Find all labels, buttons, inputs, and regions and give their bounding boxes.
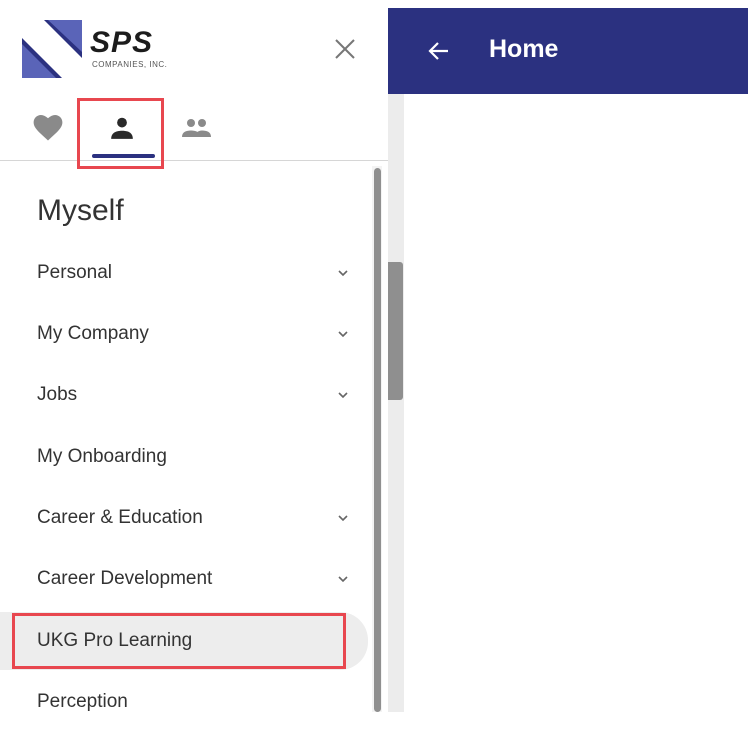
section-title: Myself [37, 194, 124, 227]
sidebar-item-label: Career Development [37, 568, 213, 589]
main-content: Home [388, 0, 748, 712]
company-logo: SPS COMPANIES, INC. [22, 20, 182, 80]
arrow-left-icon [428, 42, 448, 60]
annotation-highlight-myself-tab [77, 98, 164, 169]
tab-favorites[interactable] [26, 108, 70, 148]
sidebar-scrollbar-thumb[interactable] [374, 168, 381, 712]
sidebar-item-label: Jobs [37, 384, 78, 405]
sidebar-item-my-onboarding[interactable]: My Onboarding [0, 428, 368, 486]
sidebar-tabs [0, 98, 388, 161]
sidebar-item-label: Perception [37, 691, 128, 712]
logo-subtext: COMPANIES, INC. [92, 60, 168, 69]
sidebar-item-jobs[interactable]: Jobs [0, 366, 368, 424]
logo-text: SPS [90, 26, 154, 59]
chevron-down-icon [338, 576, 348, 583]
back-button[interactable] [424, 36, 454, 66]
annotation-highlight-ukg-pro-learning [12, 613, 346, 669]
chevron-down-icon [338, 331, 348, 338]
sidebar-item-perception[interactable]: Perception [0, 673, 368, 731]
page-title: Home [489, 35, 559, 63]
sidebar-item-label: My Company [37, 323, 149, 344]
sidebar-item-career-development[interactable]: Career Development [0, 550, 368, 608]
sidebar-item-label: Career & Education [37, 507, 203, 528]
close-icon [335, 39, 355, 59]
close-button[interactable] [330, 34, 360, 64]
sidebar-item-personal[interactable]: Personal [0, 244, 368, 302]
page-header: Home [388, 8, 748, 94]
sidebar-item-my-company[interactable]: My Company [0, 305, 368, 363]
sidebar-item-label: Personal [37, 262, 112, 283]
people-icon [182, 119, 211, 137]
main-scrollbar-track[interactable] [388, 94, 404, 712]
chevron-down-icon [338, 392, 348, 399]
sidebar-item-label: My Onboarding [37, 446, 167, 467]
sidebar-item-career-education[interactable]: Career & Education [0, 489, 368, 547]
heart-icon [33, 115, 63, 141]
sps-logo-mark-icon [22, 20, 82, 78]
chevron-down-icon [338, 515, 348, 522]
tab-team[interactable] [174, 108, 218, 148]
chevron-down-icon [338, 270, 348, 277]
navigation-sidebar: SPS COMPANIES, INC. Myself Personal My C… [0, 0, 388, 712]
main-scrollbar-thumb[interactable] [388, 262, 403, 400]
